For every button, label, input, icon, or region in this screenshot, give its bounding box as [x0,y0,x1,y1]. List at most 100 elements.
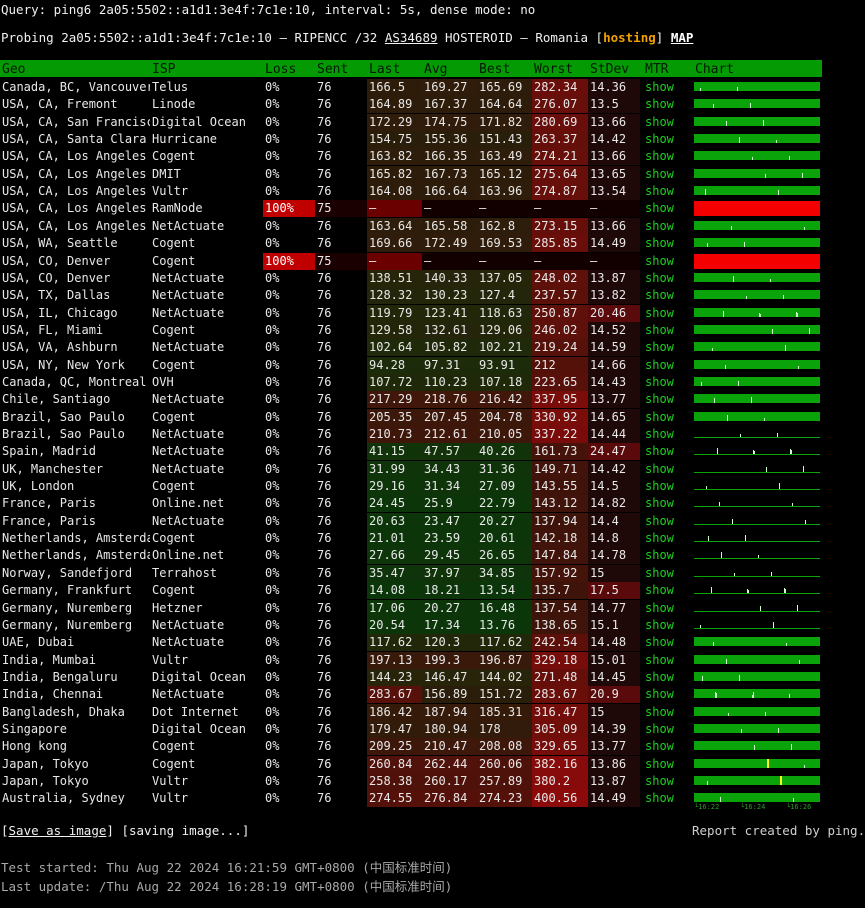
chart-bar [694,619,820,629]
cell-worst: 329.18 [532,651,588,669]
mtr-show-link[interactable]: show [645,756,674,773]
chart-spike [783,295,784,300]
mtr-show-link[interactable]: show [645,253,674,270]
mtr-show-link[interactable]: show [645,773,674,790]
cell-worst: 280.69 [532,113,588,131]
mtr-show-link[interactable]: show [645,547,674,564]
cell-isp: NetActuate [152,427,225,441]
cell-isp: Cogent [152,479,196,494]
chart-bar [694,671,820,681]
mtr-show-link[interactable]: show [645,704,674,721]
cell-stdev: 14.5 [588,478,640,496]
mtr-show-link[interactable]: show [645,96,674,113]
cell-isp: NetActuate [152,461,225,476]
table-row: Netherlands, Amsterdam Cogent 0% 76 21.01 23.… [0,530,865,548]
mtr-show-link[interactable]: show [645,461,674,478]
mtr-show-link[interactable]: show [645,391,674,408]
mtr-show-link[interactable]: show [645,79,674,96]
chart-bar [694,342,820,352]
cell-stdev: – [588,252,640,270]
mtr-show-link[interactable]: show [645,617,674,634]
mtr-show-link[interactable]: show [645,530,674,547]
chart-spike [726,120,727,126]
cell-best: 16.48 [477,599,532,617]
mtr-show-link[interactable]: show [645,218,674,235]
mtr-show-link[interactable]: show [645,738,674,755]
table-row: USA, WA, Seattle Cogent 0% 76 169.66 172.49 16… [0,235,865,253]
table-row: Canada, QC, Montreal OVH 0% 76 107.72 110.23 1… [0,373,865,391]
mtr-show-link[interactable]: show [645,582,674,599]
mtr-show-link[interactable]: show [645,600,674,617]
cell-stdev: 20.46 [588,304,640,322]
mtr-show-link[interactable]: show [645,565,674,582]
mtr-show-link[interactable]: show [645,478,674,495]
cell-avg: 165.58 [422,217,477,235]
chart-spike [701,381,702,386]
chart-spike [760,313,761,317]
mtr-show-link[interactable]: show [645,148,674,165]
cell-last: 119.79 [367,304,422,322]
mtr-show-link[interactable]: show [645,270,674,287]
cell-best: 185.31 [477,703,532,721]
mtr-show-link[interactable]: show [645,409,674,426]
cell-stdev: 14.49 [588,235,640,253]
mtr-show-link[interactable]: show [645,322,674,339]
mtr-show-link[interactable]: show [645,114,674,131]
mtr-show-link[interactable]: show [645,339,674,356]
mtr-show-link[interactable]: show [645,357,674,374]
mtr-show-link[interactable]: show [645,287,674,304]
chart-bar [694,758,820,768]
cell-sent: 76 [317,721,332,736]
chart-bar [694,533,820,543]
mtr-show-link[interactable]: show [645,652,674,669]
cell-best: 208.08 [477,738,532,756]
cell-sent: 75 [315,252,367,270]
chart-bar [694,741,820,751]
map-link[interactable]: MAP [671,30,694,45]
mtr-show-link[interactable]: show [645,513,674,530]
cell-last: 144.23 [367,668,422,686]
mtr-show-link[interactable]: show [645,721,674,738]
cell-worst: 237.57 [532,287,588,305]
mtr-show-link[interactable]: show [645,686,674,703]
mtr-show-link[interactable]: show [645,374,674,391]
cell-isp: Cogent [152,322,196,337]
cell-sent: 76 [317,305,332,320]
cell-avg: 262.44 [422,755,477,773]
chart-spike [707,243,708,248]
mtr-show-link[interactable]: show [645,305,674,322]
mtr-show-link[interactable]: show [645,634,674,651]
cell-worst: 380.2 [532,773,588,790]
cell-best: 27.09 [477,478,532,496]
chart-spike [734,572,735,576]
chart-spike [777,433,778,437]
cell-stdev: 15 [588,564,640,582]
cell-last: 169.66 [367,235,422,253]
mtr-show-link[interactable]: show [645,166,674,183]
mtr-show-link[interactable]: show [645,426,674,443]
mtr-show-link[interactable]: show [645,235,674,252]
asn-link[interactable]: AS34689 [385,30,438,45]
mtr-show-link[interactable]: show [645,669,674,686]
probe-host: HOSTEROID – Romania [ [437,30,604,45]
save-as-image-link[interactable]: Save as image [9,823,107,838]
chart-spike [779,483,780,490]
chart-spike [748,590,749,594]
save-area: [Save as image] [saving image...] [1,823,250,838]
mtr-show-link[interactable]: show [645,200,674,217]
mtr-show-link[interactable]: show [645,790,674,807]
mtr-show-link[interactable]: show [645,183,674,200]
cell-stdev: 14.48 [588,634,640,652]
cell-stdev: 14.42 [588,131,640,149]
chart-spike [737,87,738,91]
mtr-show-link[interactable]: show [645,443,674,460]
cell-stdev: 13.65 [588,165,640,183]
mtr-show-link[interactable]: show [645,131,674,148]
chart-spike [763,119,764,126]
mtr-show-link[interactable]: show [645,495,674,512]
chart-spike [706,486,707,490]
table-row: Germany, Nuremberg NetActuate 0% 76 20.54 17.… [0,616,865,634]
cell-stdev: 13.87 [588,773,640,790]
cell-last: 29.16 [367,478,422,496]
table-row: USA, NY, New York Cogent 0% 76 94.28 97.31 93.… [0,356,865,374]
